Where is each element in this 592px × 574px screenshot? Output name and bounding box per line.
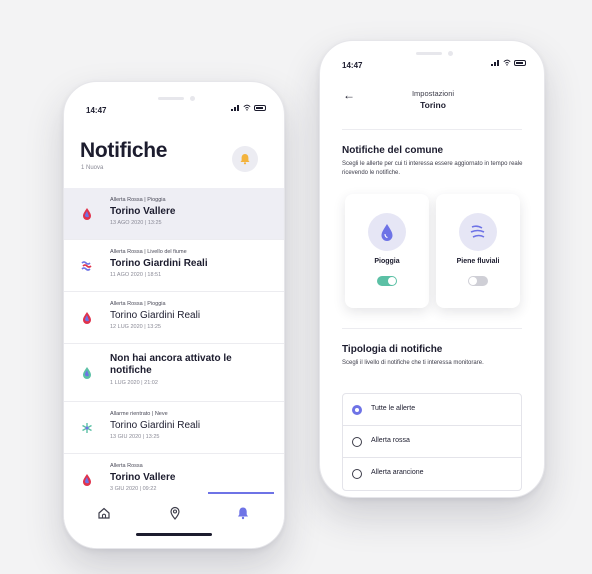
radio-label: Allerta arancione: [371, 469, 424, 476]
radio-option-red[interactable]: Allerta rossa: [343, 426, 521, 458]
notification-date: 13 GIU 2020 | 13:25: [110, 434, 160, 440]
notification-location: Non hai ancora attivato le notifiche: [110, 353, 232, 376]
notification-location: Torino Giardini Reali: [110, 420, 201, 431]
status-bar: 14:47: [320, 41, 544, 81]
header-subtitle: Torino: [420, 100, 446, 110]
rain-circle: [368, 213, 406, 251]
radio-selected-icon: [352, 405, 362, 415]
bell-button[interactable]: [232, 146, 258, 172]
notification-tag: Allarme rientrato | Neve: [110, 411, 168, 417]
bell-icon: [240, 154, 250, 165]
notification-tag: Allerta Rossa | Pioggia: [110, 197, 166, 203]
phone-notifications: 14:47 Notifiche 1 Nuova Allerta Rossa | …: [63, 81, 285, 549]
wifi-icon: [503, 59, 511, 66]
river-circle: [459, 213, 497, 251]
notification-location: Torino Giardini Reali: [110, 258, 208, 269]
home-icon[interactable]: [97, 506, 111, 520]
notification-date: 11 AGO 2020 | 18:51: [110, 272, 162, 278]
header-title: Impostazioni: [411, 89, 455, 98]
notification-item[interactable]: Allarme rientrato | Neve Torino Giardini…: [64, 402, 284, 454]
radio-label: Allerta rossa: [371, 437, 410, 444]
radio-label: Tutte le allerte: [371, 405, 416, 412]
alert-card-rain[interactable]: Pioggia: [345, 194, 429, 308]
home-indicator: [136, 533, 212, 536]
notification-item[interactable]: Allerta Rossa | Livello del fiume Torino…: [64, 240, 284, 292]
signal-icon: [491, 59, 500, 66]
tab-bar: [64, 492, 284, 548]
notification-date: 12 LUG 2020 | 13:25: [110, 324, 161, 330]
divider: [342, 129, 522, 130]
divider: [342, 328, 522, 329]
notification-location: Torino Vallere: [110, 472, 176, 483]
alert-card-river[interactable]: Piene fluviali: [436, 194, 520, 308]
system-icons: [491, 59, 526, 66]
map-pin-icon[interactable]: [168, 506, 182, 520]
notification-item[interactable]: Allerta Rossa | Pioggia Torino Vallere 1…: [64, 188, 284, 240]
rain-drop-icon: [83, 208, 91, 220]
notch: [402, 49, 462, 59]
card-label: Piene fluviali: [456, 258, 500, 265]
section-title-comune: Notifiche del comune: [342, 145, 444, 156]
notification-location: Torino Vallere: [110, 206, 176, 217]
wifi-icon: [243, 104, 251, 111]
rain-toggle[interactable]: [377, 276, 397, 286]
system-icons: [231, 104, 266, 111]
card-label: Pioggia: [374, 258, 400, 265]
status-time: 14:47: [86, 106, 107, 115]
rain-drop-icon: [83, 312, 91, 324]
notification-item[interactable]: Allerta Rossa | Pioggia Torino Giardini …: [64, 292, 284, 344]
radio-empty-icon: [352, 437, 362, 447]
notification-tag: Allerta Rossa | Livello del fiume: [110, 249, 187, 255]
rain-drop-icon: [381, 223, 393, 241]
status-time: 14:47: [342, 61, 363, 70]
signal-icon: [231, 104, 240, 111]
notification-list: Allerta Rossa | Pioggia Torino Vallere 1…: [64, 188, 284, 506]
notification-level-options: Tutte le allerte Allerta rossa Allerta a…: [342, 393, 522, 491]
notification-tag: Allerta Rossa | Pioggia: [110, 301, 166, 307]
section-desc-tipologia: Scegli il livello di notifiche che ti in…: [342, 360, 484, 366]
new-count: 1 Nuova: [81, 165, 104, 171]
notification-date: 13 AGO 2020 | 13:25: [110, 220, 162, 226]
phone-settings: 14:47 ← Impostazioni Torino Notifiche de…: [319, 40, 545, 498]
section-title-tipologia: Tipologia di notifiche: [342, 344, 443, 355]
status-bar: 14:47: [64, 82, 284, 122]
notch: [144, 94, 204, 104]
alert-drop-icon: [83, 367, 91, 379]
snowflake-icon: [82, 423, 92, 433]
section-desc-comune: Scegli le allerte per cui ti interessa e…: [342, 161, 523, 176]
river-wave-icon: [81, 261, 92, 271]
radio-option-all[interactable]: Tutte le allerte: [343, 394, 521, 426]
notification-item[interactable]: Non hai ancora attivato le notifiche 1 L…: [64, 344, 284, 402]
notification-location: Torino Giardini Reali: [110, 310, 201, 321]
river-toggle[interactable]: [468, 276, 488, 286]
radio-option-orange[interactable]: Allerta arancione: [343, 458, 521, 490]
active-tab-indicator: [208, 492, 274, 494]
page-title: Notifiche: [80, 139, 168, 162]
radio-empty-icon: [352, 469, 362, 479]
river-wave-icon: [470, 225, 485, 238]
battery-icon: [514, 59, 526, 66]
rain-drop-icon: [83, 474, 91, 486]
bell-icon[interactable]: [236, 506, 250, 520]
battery-icon: [254, 104, 266, 111]
notification-date: 1 LUG 2020 | 21:02: [110, 380, 158, 386]
notification-tag: Allerta Rossa: [110, 463, 143, 469]
